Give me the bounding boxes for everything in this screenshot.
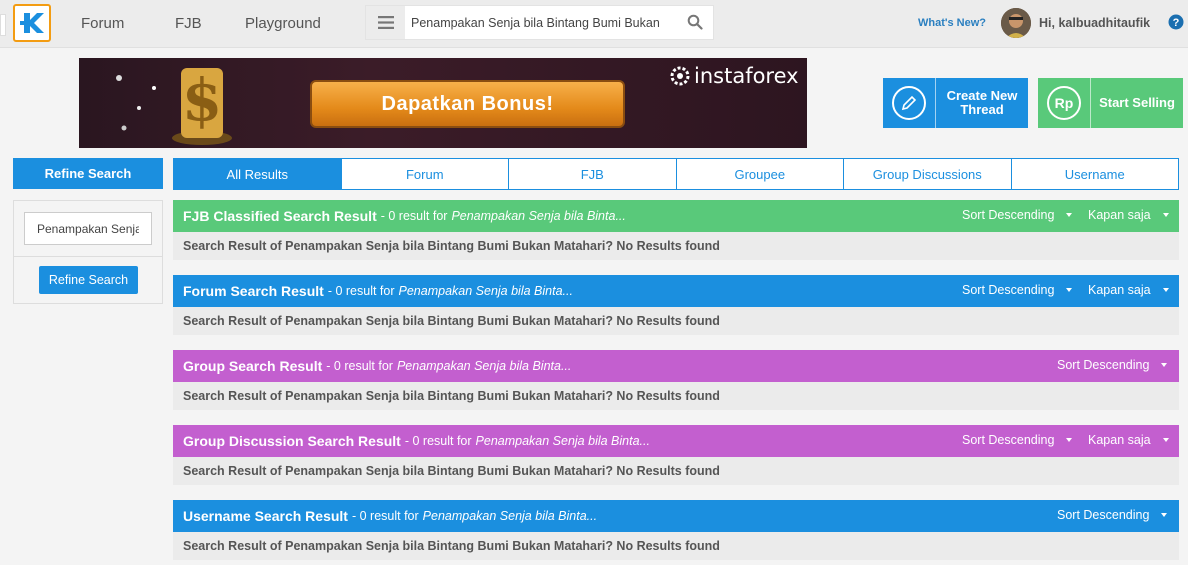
time-dropdown[interactable]: Kapan saja [1088,433,1169,447]
start-selling-label: Start Selling [1099,95,1175,110]
svg-text:$: $ [182,66,222,134]
tab-all-results[interactable]: All Results [174,159,341,189]
result-section-group: Group Search Result - 0 result for Penam… [173,350,1179,410]
result-query: Penampakan Senja bila Binta... [475,434,650,448]
result-section-group-discussion: Group Discussion Search Result - 0 resul… [173,425,1179,485]
result-section-fjb: FJB Classified Search Result - 0 result … [173,200,1179,260]
banner-brand-text: instaforex [694,64,799,88]
result-count: - 0 result for [351,509,419,523]
sort-dropdown[interactable]: Sort Descending [1057,358,1168,372]
tab-forum[interactable]: Forum [340,159,509,189]
time-dropdown[interactable]: Kapan saja [1088,208,1169,222]
start-selling-button[interactable]: Rp Start Selling [1038,78,1183,128]
help-icon[interactable]: ? [1168,14,1184,30]
result-count: - 0 result for [326,359,393,373]
whats-new-link[interactable]: What's New? [918,17,986,29]
result-section-username: Username Search Result - 0 result for Pe… [173,500,1179,560]
caret-down-icon [1161,513,1168,517]
result-query: Penampakan Senja bila Binta... [396,359,572,373]
result-message: Search Result of Penampakan Senja bila B… [173,382,1179,410]
result-header: Forum Search Result - 0 result for Penam… [173,275,1179,307]
pencil-icon [892,86,926,120]
result-query: Penampakan Senja bila Binta... [398,284,573,298]
create-thread-label: Create New Thread [946,88,1018,117]
result-title[interactable]: Group Discussion Search Result [183,433,401,449]
top-navbar: Forum FJB Playground What's New? Hi, kal… [0,0,1188,48]
result-section-forum: Forum Search Result - 0 result for Penam… [173,275,1179,335]
gear-icon [670,66,690,86]
global-search [365,5,714,40]
svg-text:?: ? [1173,17,1180,29]
rupiah-icon: Rp [1047,86,1081,120]
banner-brand: instaforex [669,64,799,88]
result-count: - 0 result for [380,209,448,223]
result-header: FJB Classified Search Result - 0 result … [173,200,1179,232]
caret-down-icon [1066,213,1073,217]
result-query: Penampakan Senja bila Binta... [451,209,626,223]
caret-down-icon [1161,363,1168,367]
refine-search-panel: Refine Search [13,200,163,304]
sort-dropdown[interactable]: Sort Descending [962,208,1073,222]
dollar-coin-icon: $ [172,66,232,145]
result-title[interactable]: FJB Classified Search Result [183,208,377,224]
result-header: Username Search Result - 0 result for Pe… [173,500,1179,532]
result-header: Group Search Result - 0 result for Penam… [173,350,1179,382]
tab-groupee[interactable]: Groupee [675,159,844,189]
result-title[interactable]: Group Search Result [183,358,322,374]
sort-dropdown[interactable]: Sort Descending [962,433,1073,447]
kaskus-logo-icon[interactable] [13,4,51,42]
refine-search-button[interactable]: Refine Search [39,266,138,294]
time-dropdown[interactable]: Kapan saja [1088,283,1169,297]
caret-down-icon [1162,438,1169,442]
search-input[interactable] [411,13,671,33]
result-message: Search Result of Penampakan Senja bila B… [173,457,1179,485]
result-message: Search Result of Penampakan Senja bila B… [173,532,1179,560]
caret-down-icon [1162,213,1169,217]
caret-down-icon [1066,438,1073,442]
user-greeting[interactable]: Hi, kalbuadhitaufik [1039,16,1150,30]
result-header: Group Discussion Search Result - 0 resul… [173,425,1179,457]
nav-link-fjb[interactable]: FJB [175,15,202,32]
sparkle-icon [116,75,156,131]
result-title[interactable]: Forum Search Result [183,283,324,299]
nav-link-forum[interactable]: Forum [81,15,124,32]
tab-group-discussions[interactable]: Group Discussions [843,159,1011,189]
result-count: - 0 result for [404,434,472,448]
result-count: - 0 result for [327,284,395,298]
result-message: Search Result of Penampakan Senja bila B… [173,232,1179,260]
caret-down-icon [1162,288,1169,292]
banner-cta-button[interactable]: Dapatkan Bonus! [310,80,625,128]
banner-ad[interactable]: $ Dapatkan Bonus! instaforex [79,58,807,148]
result-message: Search Result of Penampakan Senja bila B… [173,307,1179,335]
sort-dropdown[interactable]: Sort Descending [1057,508,1168,522]
create-thread-button[interactable]: Create New Thread [883,78,1028,128]
search-icon[interactable] [687,14,705,32]
result-title[interactable]: Username Search Result [183,508,348,524]
result-query: Penampakan Senja bila Binta... [422,509,598,523]
hamburger-menu-icon[interactable] [366,6,405,39]
divider [14,256,162,257]
nav-link-playground[interactable]: Playground [245,15,321,32]
sort-dropdown[interactable]: Sort Descending [962,283,1073,297]
refine-search-header: Refine Search [13,158,163,189]
left-edge-tab[interactable] [0,14,6,36]
result-tabs: All Results Forum FJB Groupee Group Disc… [173,158,1179,190]
caret-down-icon [1066,288,1073,292]
tab-fjb[interactable]: FJB [508,159,676,189]
refine-search-input[interactable] [24,212,152,245]
avatar[interactable] [1001,8,1031,38]
tab-username[interactable]: Username [1010,159,1179,189]
